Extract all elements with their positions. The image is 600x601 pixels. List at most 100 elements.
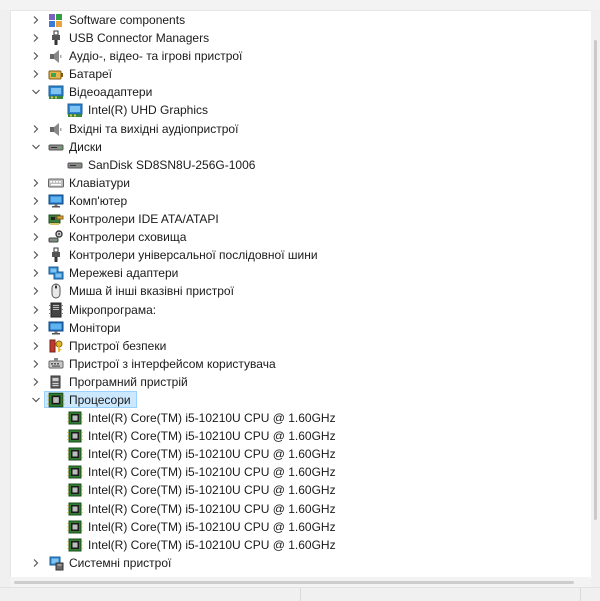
chevron-down-icon[interactable]	[31, 87, 41, 97]
tree-device[interactable]: SanDisk SD8SN8U-256G-1006	[11, 156, 592, 174]
processor-icon	[67, 428, 83, 444]
monitor-icon	[48, 193, 64, 209]
tree-category[interactable]: Відеоадаптери	[11, 83, 592, 101]
vertical-scrollbar[interactable]	[591, 10, 600, 577]
battery-icon	[48, 66, 64, 82]
chevron-right-icon[interactable]	[31, 124, 41, 134]
tree-item-label: Процесори	[69, 392, 131, 407]
usb-icon	[48, 247, 64, 263]
tree-category[interactable]: Процесори	[11, 390, 592, 409]
chevron-right-icon[interactable]	[31, 51, 41, 61]
tree-item-label: Програмний пристрій	[69, 374, 188, 389]
chevron-right-icon[interactable]	[31, 286, 41, 296]
chevron-right-icon[interactable]	[31, 178, 41, 188]
chevron-right-icon[interactable]	[31, 214, 41, 224]
title-bar	[0, 0, 600, 10]
tree-item-label: Intel(R) Core(TM) i5-10210U CPU @ 1.60GH…	[88, 537, 336, 552]
tree-device[interactable]: Intel(R) Core(TM) i5-10210U CPU @ 1.60GH…	[11, 481, 592, 499]
usb-icon	[48, 30, 64, 46]
tree-category[interactable]: Контролери IDE ATA/ATAPI	[11, 210, 592, 228]
status-bar-divider	[580, 588, 581, 601]
tree-category[interactable]: Миша й інші вказівні пристрої	[11, 282, 592, 300]
tree-category[interactable]: Контролери сховища	[11, 228, 592, 246]
tree-category[interactable]: Software components	[11, 11, 592, 29]
tree-item-label: Software components	[69, 13, 186, 27]
tree-item-label: USB Connector Managers	[69, 31, 210, 46]
tree-category[interactable]: Вхідні та вихідні аудіопристрої	[11, 120, 592, 138]
tree-category[interactable]: Програмний пристрій	[11, 373, 592, 391]
chevron-down-icon[interactable]	[31, 142, 41, 152]
chevron-down-icon[interactable]	[31, 395, 41, 405]
tree-category[interactable]: Диски	[11, 138, 592, 156]
chevron-right-icon[interactable]	[31, 305, 41, 315]
tree-item-label: Контролери сховища	[69, 230, 187, 245]
security-device-icon	[48, 338, 64, 354]
tree-category[interactable]: Контролери універсальної послідовної шин…	[11, 246, 592, 264]
tree-category[interactable]: USB Connector Managers	[11, 29, 592, 47]
software-device-icon	[48, 374, 64, 390]
tree-item-label: Intel(R) Core(TM) i5-10210U CPU @ 1.60GH…	[88, 411, 336, 426]
tree-item-label: Диски	[69, 139, 102, 154]
chevron-right-icon[interactable]	[31, 558, 41, 568]
tree-device[interactable]: Intel(R) Core(TM) i5-10210U CPU @ 1.60GH…	[11, 427, 592, 445]
speaker-icon	[48, 48, 64, 64]
network-adapter-icon	[48, 265, 64, 281]
keyboard-icon	[48, 175, 64, 191]
tree-category[interactable]: Мережеві адаптери	[11, 264, 592, 282]
tree-category[interactable]: Аудіо-, відео- та ігрові пристрої	[11, 47, 592, 65]
horizontal-scrollbar[interactable]	[10, 577, 591, 587]
storage-controller-icon	[48, 229, 64, 245]
tree-category[interactable]: Батареї	[11, 65, 592, 83]
tree-item-label: Intel(R) Core(TM) i5-10210U CPU @ 1.60GH…	[88, 519, 336, 534]
tree-item-label: Intel(R) Core(TM) i5-10210U CPU @ 1.60GH…	[88, 483, 336, 498]
tree-device[interactable]: Intel(R) Core(TM) i5-10210U CPU @ 1.60GH…	[11, 518, 592, 536]
chevron-right-icon[interactable]	[31, 268, 41, 278]
tree-item-label: Системні пристрої	[69, 555, 172, 570]
device-tree[interactable]: Software components USB Connector Manager…	[10, 10, 592, 578]
tree-device[interactable]: Intel(R) Core(TM) i5-10210U CPU @ 1.60GH…	[11, 536, 592, 554]
tree-device[interactable]: Intel(R) Core(TM) i5-10210U CPU @ 1.60GH…	[11, 463, 592, 481]
software-components-icon	[48, 12, 64, 28]
tree-item-label: Мікропрограма:	[69, 302, 157, 317]
tree-item-label: Клавіатури	[69, 175, 130, 190]
chevron-right-icon[interactable]	[31, 377, 41, 387]
tree-item-label: Аудіо-, відео- та ігрові пристрої	[69, 49, 243, 64]
tree-category[interactable]: Пристрої з інтерфейсом користувача	[11, 355, 592, 373]
chevron-right-icon[interactable]	[31, 33, 41, 43]
tree-category[interactable]: Системні пристрої	[11, 554, 592, 572]
chevron-right-icon[interactable]	[31, 250, 41, 260]
chevron-right-icon[interactable]	[31, 359, 41, 369]
processor-icon	[67, 501, 83, 517]
tree-item-label: Контролери IDE ATA/ATAPI	[69, 212, 219, 227]
tree-category[interactable]: Монітори	[11, 319, 592, 337]
chevron-right-icon[interactable]	[31, 69, 41, 79]
tree-item-label: Відеоадаптери	[69, 85, 153, 100]
tree-item-label: Intel(R) Core(TM) i5-10210U CPU @ 1.60GH…	[88, 429, 336, 444]
chevron-right-icon[interactable]	[31, 232, 41, 242]
processor-icon	[67, 537, 83, 553]
tree-item-label: Комп'ютер	[69, 193, 128, 208]
chevron-right-icon[interactable]	[31, 196, 41, 206]
tree-category[interactable]: Клавіатури	[11, 174, 592, 192]
horizontal-scrollbar-thumb[interactable]	[14, 581, 574, 584]
tree-device[interactable]: Intel(R) Core(TM) i5-10210U CPU @ 1.60GH…	[11, 445, 592, 463]
tree-device[interactable]: Intel(R) UHD Graphics	[11, 101, 592, 119]
vertical-scrollbar-thumb[interactable]	[594, 40, 597, 520]
tree-category[interactable]: Мікропрограма:	[11, 301, 592, 319]
tree-category[interactable]: Пристрої безпеки	[11, 337, 592, 355]
tree-device[interactable]: Intel(R) Core(TM) i5-10210U CPU @ 1.60GH…	[11, 500, 592, 518]
tree-item-label: Пристрої безпеки	[69, 338, 167, 353]
tree-device[interactable]: Intel(R) Core(TM) i5-10210U CPU @ 1.60GH…	[11, 409, 592, 427]
tree-item-label: Intel(R) Core(TM) i5-10210U CPU @ 1.60GH…	[88, 447, 336, 462]
tree-category[interactable]: Комп'ютер	[11, 192, 592, 210]
tree-item-label: Intel(R) Core(TM) i5-10210U CPU @ 1.60GH…	[88, 465, 336, 480]
disk-drive-icon	[67, 157, 83, 173]
chevron-right-icon[interactable]	[31, 323, 41, 333]
status-bar	[0, 587, 600, 601]
ide-controller-icon	[48, 211, 64, 227]
disk-drive-icon	[48, 139, 64, 155]
chevron-right-icon[interactable]	[31, 341, 41, 351]
tree-item-label: Миша й інші вказівні пристрої	[69, 284, 234, 299]
chevron-right-icon[interactable]	[31, 15, 41, 25]
tree-item-label: SanDisk SD8SN8U-256G-1006	[88, 157, 256, 172]
